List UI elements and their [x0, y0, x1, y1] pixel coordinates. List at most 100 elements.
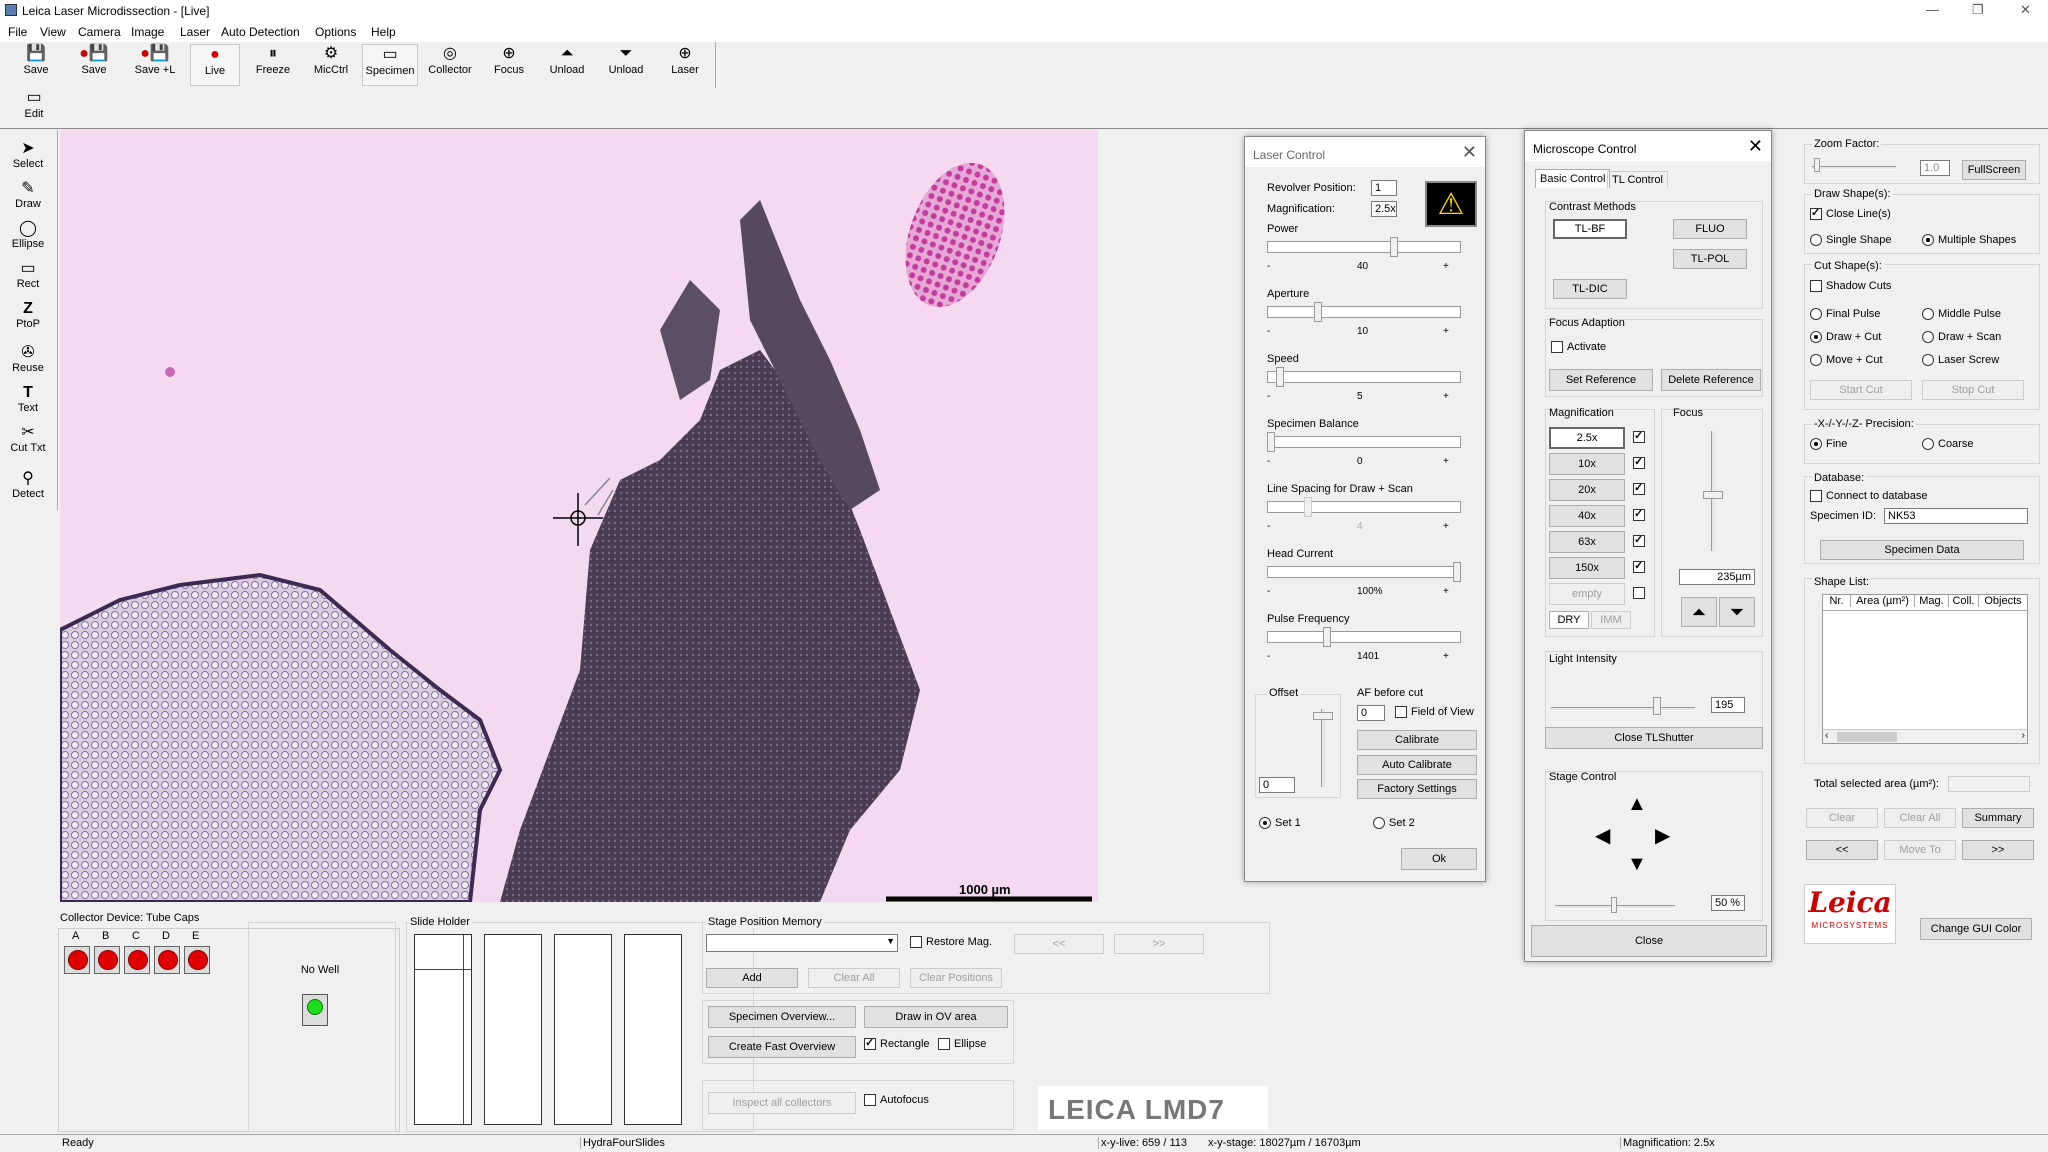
mic-close-icon[interactable]: ✕	[1748, 136, 1763, 157]
slider-thumb[interactable]	[1314, 302, 1322, 322]
restore-mag-checkbox[interactable]: Restore Mag.	[910, 936, 992, 949]
specimen-overview-button[interactable]: Specimen Overview...	[708, 1006, 856, 1028]
slide-slot-3[interactable]	[554, 934, 612, 1125]
memory-add-button[interactable]: Add	[706, 968, 798, 988]
laser-ok-button[interactable]: Ok	[1401, 848, 1477, 870]
focus-top-button[interactable]: ⏶	[1681, 597, 1717, 627]
col-coll[interactable]: Coll.	[1949, 595, 1979, 607]
draw-in-ov-button[interactable]: Draw in OV area	[864, 1006, 1008, 1028]
stage-down-button[interactable]: ▼	[1627, 853, 1647, 876]
stop-cut-button[interactable]: Stop Cut	[1922, 380, 2024, 400]
rectangle-checkbox[interactable]: Rectangle	[864, 1036, 930, 1051]
shadow-cuts-checkbox[interactable]: Shadow Cuts	[1810, 280, 1891, 293]
cap-e-button[interactable]	[184, 946, 210, 974]
edit-button[interactable]: ▭ Edit	[12, 88, 56, 130]
move-to-button[interactable]: Move To	[1884, 840, 1956, 860]
specimen-id-field[interactable]: NK53	[1884, 508, 2028, 524]
middle-pulse-radio[interactable]: Middle Pulse	[1922, 308, 2001, 321]
slider-thumb[interactable]	[1304, 497, 1312, 517]
menu-image[interactable]: Image	[131, 25, 164, 39]
autofocus-checkbox[interactable]: Autofocus	[864, 1094, 929, 1107]
imm-button[interactable]: IMM	[1591, 611, 1631, 629]
col-area[interactable]: Area (µm²)	[1851, 595, 1915, 607]
toolbar-save-l-button[interactable]: ●💾 Save +L	[128, 44, 182, 86]
maximize-button[interactable]: ❐	[1972, 2, 1984, 18]
create-fast-overview-button[interactable]: Create Fast Overview	[708, 1036, 856, 1058]
col-objects[interactable]: Objects	[1979, 595, 2027, 607]
set1-radio[interactable]: Set 1	[1259, 817, 1301, 830]
specimen-data-button[interactable]: Specimen Data	[1820, 540, 2024, 560]
toolbar-focus-button[interactable]: ⊕ Focus	[484, 44, 534, 86]
zoom-slider[interactable]	[1812, 166, 1896, 170]
slider-track[interactable]	[1267, 241, 1461, 253]
shape-list-table[interactable]: Nr. Area (µm²) Mag. Coll. Objects ‹ ›	[1822, 594, 2028, 744]
dry-button[interactable]: DRY	[1549, 611, 1589, 629]
slider-thumb[interactable]	[1323, 627, 1331, 647]
final-pulse-radio[interactable]: Final Pulse	[1810, 308, 1880, 321]
toolbar-unload-down-button[interactable]: ⏷ Unload	[600, 44, 652, 86]
shape-next-button[interactable]: >>	[1962, 840, 2034, 860]
slider-track[interactable]	[1267, 631, 1461, 643]
cap-b-button[interactable]	[94, 946, 120, 974]
toolbar-freeze-button[interactable]: ⏸ Freeze	[248, 44, 298, 86]
tool-cut-text[interactable]: ✂ Cut Txt	[6, 424, 50, 454]
stage-up-button[interactable]: ▲	[1627, 793, 1647, 816]
tool-draw[interactable]: ✎ Draw	[6, 180, 50, 210]
memory-clear-all-button[interactable]: Clear All	[808, 968, 900, 988]
toolbar-micctrl-button[interactable]: ⚙ MicCtrl	[306, 44, 356, 86]
objective-enable-checkbox[interactable]	[1633, 587, 1649, 600]
draw-cut-radio[interactable]: Draw + Cut	[1810, 331, 1881, 344]
tab-tl-control[interactable]: TL Control	[1607, 171, 1668, 188]
tl-bf-button[interactable]: TL-BF	[1553, 219, 1627, 239]
toolbar-specimen-button[interactable]: ▭ Specimen	[362, 44, 418, 86]
set-reference-button[interactable]: Set Reference	[1549, 369, 1653, 391]
toolbar-unload-up-button[interactable]: ⏶ Unload	[542, 44, 592, 86]
objective-40x-button[interactable]: 40x	[1549, 505, 1625, 527]
auto-calibrate-button[interactable]: Auto Calibrate	[1357, 755, 1477, 775]
stage-memory-dropdown[interactable]: ▼	[706, 934, 898, 952]
tool-text[interactable]: T Text	[6, 384, 50, 414]
offset-slider[interactable]	[1321, 709, 1325, 787]
memory-next-button[interactable]: >>	[1114, 934, 1204, 954]
menu-help[interactable]: Help	[371, 25, 396, 39]
summary-button[interactable]: Summary	[1962, 808, 2034, 828]
toolbar-save-button[interactable]: 💾 Save	[14, 44, 58, 86]
slider-track[interactable]	[1267, 501, 1461, 513]
slider-thumb[interactable]	[1267, 432, 1275, 452]
slider-thumb[interactable]	[1453, 562, 1461, 582]
toolbar-record-save-button[interactable]: ●💾 Save	[68, 44, 120, 86]
menu-camera[interactable]: Camera	[78, 25, 121, 39]
single-shape-radio[interactable]: Single Shape	[1810, 234, 1891, 247]
field-of-view-checkbox[interactable]: Field of View	[1395, 706, 1474, 719]
revolver-field[interactable]: 1	[1371, 180, 1397, 196]
menu-file[interactable]: File	[8, 25, 27, 39]
close-tl-shutter-button[interactable]: Close TLShutter	[1545, 727, 1763, 749]
start-cut-button[interactable]: Start Cut	[1810, 380, 1912, 400]
scroll-right-icon[interactable]: ›	[2022, 730, 2025, 741]
objective-enable-checkbox[interactable]	[1633, 481, 1649, 496]
menu-auto-detection[interactable]: Auto Detection	[221, 25, 300, 39]
objective-63x-button[interactable]: 63x	[1549, 531, 1625, 553]
objective-enable-checkbox[interactable]	[1633, 533, 1649, 548]
shape-list-scrollbar[interactable]: ‹ ›	[1823, 729, 2027, 743]
close-button[interactable]: ✕	[2020, 2, 2031, 18]
delete-reference-button[interactable]: Delete Reference	[1661, 369, 1761, 391]
toolbar-laser-button[interactable]: ⊕ Laser	[660, 44, 710, 86]
live-image-canvas[interactable]: 1000 µm	[60, 130, 1098, 902]
toolbar-live-button[interactable]: ● Live	[190, 44, 240, 86]
slider-track[interactable]	[1267, 306, 1461, 318]
multiple-shapes-radio[interactable]: Multiple Shapes	[1922, 234, 2016, 247]
fine-radio[interactable]: Fine	[1810, 438, 1847, 451]
tool-detect[interactable]: ⚲ Detect	[6, 470, 50, 500]
tool-ptop[interactable]: Z PtoP	[6, 300, 50, 330]
connect-db-checkbox[interactable]: Connect to database	[1810, 490, 1928, 503]
memory-clear-positions-button[interactable]: Clear Positions	[910, 968, 1002, 988]
minimize-button[interactable]: —	[1926, 2, 1939, 17]
slider-thumb[interactable]	[1276, 367, 1284, 387]
close-lines-checkbox[interactable]: Close Line(s)	[1810, 206, 1891, 221]
cap-a-button[interactable]	[64, 946, 90, 974]
tl-dic-button[interactable]: TL-DIC	[1553, 279, 1627, 299]
toolbar-collector-button[interactable]: ◎ Collector	[422, 44, 478, 86]
menu-options[interactable]: Options	[315, 25, 356, 39]
tool-reuse[interactable]: ✇ Reuse	[6, 344, 50, 374]
